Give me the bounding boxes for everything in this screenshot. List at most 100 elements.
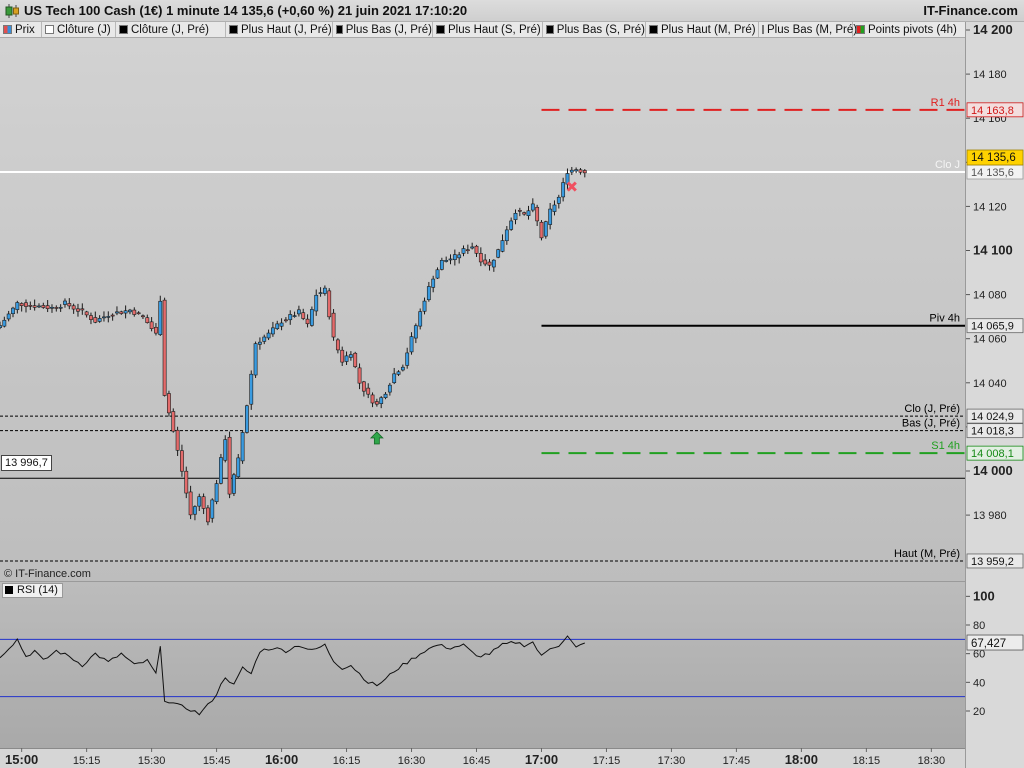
candle-body [80, 308, 85, 311]
price-tick-label: 14 040 [973, 378, 1007, 390]
candle-body [361, 381, 366, 392]
candle-body [28, 305, 33, 307]
candle-body [110, 314, 115, 317]
candlestick-app-icon [5, 4, 19, 18]
legend-bar: Prix Clôture (J) Clôture (J, Pré) Plus Haut… [0, 22, 966, 38]
candle-body [431, 278, 436, 288]
candle-body [253, 343, 258, 376]
candle-body [136, 312, 141, 315]
legend-item[interactable]: Plus Haut (M, Pré) [646, 22, 759, 37]
candle-body [301, 312, 306, 319]
candle-body [457, 254, 462, 259]
candle-body [530, 203, 535, 211]
level-label: Clo (J, Pré) [904, 403, 960, 415]
legend-item[interactable]: Plus Bas (S, Pré) [543, 22, 646, 37]
level-value-label: 14 008,1 [971, 448, 1014, 460]
time-tick-label: 15:45 [203, 755, 231, 767]
candle-body [37, 305, 41, 308]
legend-label: Plus Bas (S, Pré) [556, 23, 645, 36]
candle-body [331, 312, 336, 338]
candle-body [418, 311, 423, 327]
cursor-price-label: 13 996,7 [1, 455, 52, 471]
candle-body [435, 269, 440, 279]
candle-body [444, 260, 449, 262]
candle-body [123, 310, 128, 314]
candle-body [223, 439, 228, 461]
legend-item[interactable]: Clôture (J) [42, 22, 116, 37]
candle-body [535, 206, 540, 222]
candle-body [305, 318, 310, 325]
candle-body [413, 325, 418, 339]
candle-body [357, 367, 362, 384]
rsi-background [0, 582, 966, 748]
candle-body [426, 286, 431, 301]
level-label: Haut (M, Pré) [894, 548, 960, 560]
rsi-tick-label: 60 [973, 649, 985, 661]
rsi-tick-label: 100 [973, 588, 995, 603]
price-tick-label: 13 980 [973, 510, 1007, 522]
legend-item[interactable]: Clôture (J, Pré) [116, 22, 226, 37]
candle-body [309, 309, 314, 326]
candle-body [513, 213, 518, 220]
candle-body [115, 311, 119, 314]
time-tick-label: 18:00 [785, 752, 818, 767]
level-label: Piv 4h [929, 313, 960, 325]
legend-item[interactable]: Prix [0, 22, 42, 37]
candle-body [132, 309, 137, 315]
candle-body [335, 339, 340, 351]
candle-body [84, 311, 89, 316]
time-axis: 15:00 15:15 15:30 15:45 16:00 16:15 16:30 16:45… [0, 748, 966, 768]
candle-body [366, 387, 371, 395]
candle-body [556, 196, 561, 204]
time-tick-label: 16:15 [333, 755, 361, 767]
candle-body [288, 314, 293, 321]
last-price-label: 14 135,6 [971, 152, 1016, 164]
price-tick-label: 14 120 [973, 201, 1007, 213]
candle-body [379, 397, 384, 404]
legend-swatch [546, 25, 554, 34]
legend-swatch [229, 25, 238, 34]
legend-swatch [336, 25, 343, 34]
candle-body [141, 315, 145, 318]
candle-body [193, 506, 197, 515]
rsi-axis[interactable]: 20 40 60 80 100 67,427 [966, 582, 1024, 768]
copyright-notice: © IT-Finance.com [4, 568, 91, 580]
candle-body [32, 305, 37, 308]
level-label: Bas (J, Pré) [902, 418, 960, 430]
window-title: US Tech 100 Cash (1€) 1 minute 14 135,6 … [24, 3, 468, 18]
candle-body [543, 221, 548, 237]
candle-body [344, 355, 349, 362]
candle-body [496, 249, 501, 258]
candle-body [266, 332, 271, 339]
legend-item[interactable]: Plus Haut (S, Pré) [433, 22, 543, 37]
candle-body [89, 315, 93, 320]
candle-body [6, 313, 11, 320]
candle-body [50, 306, 54, 309]
legend-label: Clôture (J, Pré) [131, 23, 209, 36]
price-chart[interactable]: R1 4h Clo J Piv 4h Clo (J, Pré) Bas (J, Pré)… [0, 38, 966, 582]
legend-item[interactable]: Plus Haut (J, Pré) [226, 22, 333, 37]
legend-item[interactable]: Plus Bas (J, Pré) [333, 22, 433, 37]
legend-item[interactable]: Plus Bas (M, Pré) [759, 22, 857, 37]
time-tick-label: 16:00 [265, 752, 298, 767]
candle-body [452, 254, 457, 260]
candle-body [197, 496, 202, 507]
price-tick-label: 14 180 [973, 69, 1007, 81]
legend-swatch [3, 25, 12, 34]
price-tick-label: 14 000 [973, 463, 1013, 478]
candle-body [314, 294, 319, 312]
candle-body [188, 491, 193, 516]
candle-body [348, 354, 353, 358]
price-axis[interactable]: 13 98014 00014 02014 04014 06014 08014 1… [966, 22, 1024, 582]
legend-swatch [45, 25, 54, 34]
candle-body [63, 300, 67, 305]
legend-swatch [436, 25, 445, 34]
candle-body [292, 315, 297, 317]
candle-body [504, 229, 509, 242]
candle-body [154, 326, 158, 334]
rsi-chart[interactable] [0, 582, 966, 748]
legend-item[interactable]: Points pivots (4h) [853, 22, 966, 37]
rsi-legend-label[interactable]: RSI (14) [2, 583, 63, 598]
candle-body [353, 352, 358, 368]
chart-background [0, 38, 966, 582]
